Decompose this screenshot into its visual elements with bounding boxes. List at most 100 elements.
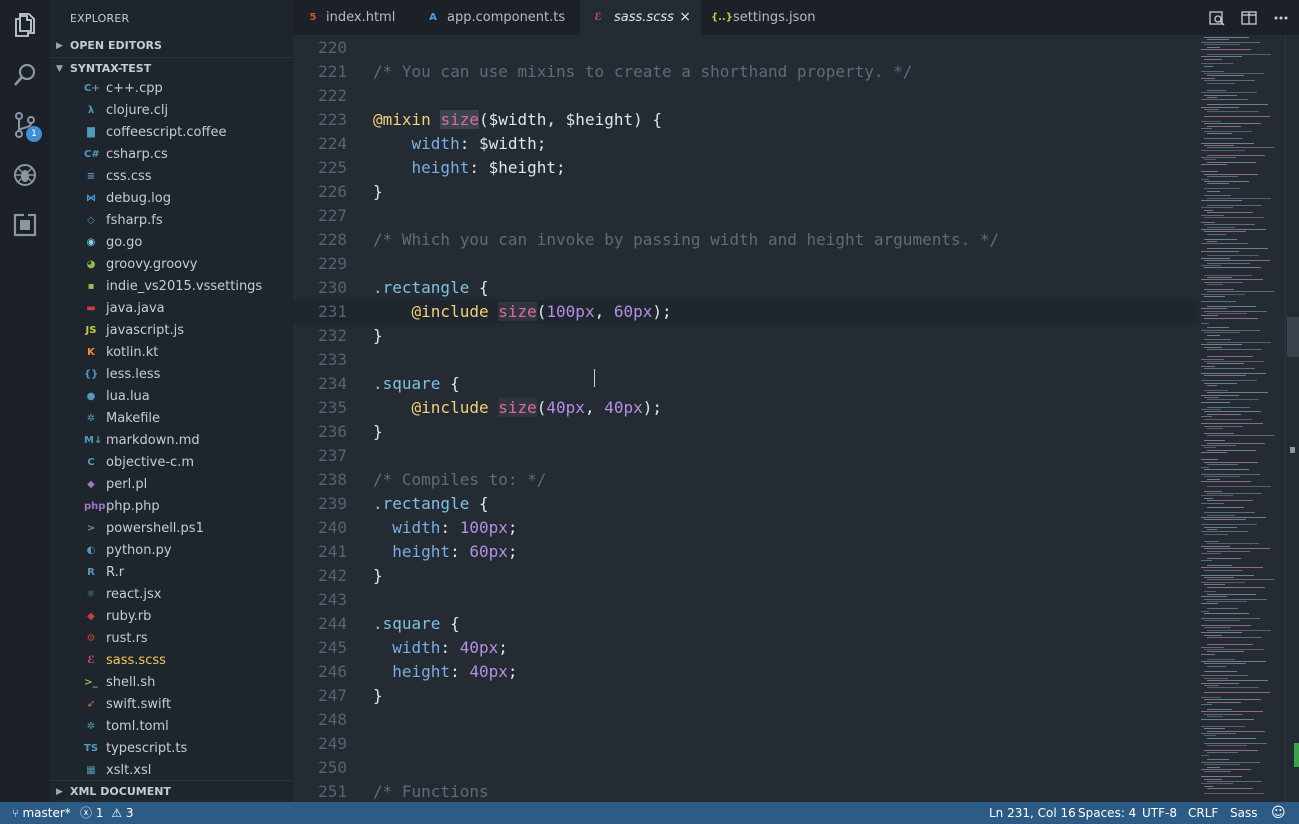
minimap-line: [1204, 771, 1231, 773]
minimap-line: [1207, 133, 1232, 134]
open-editors-label: OPEN EDITORS: [70, 39, 162, 52]
code-line[interactable]: 241 height: 60px;: [293, 540, 1199, 564]
file-item[interactable]: ➶ swift.swift: [50, 694, 293, 716]
open-editors-section[interactable]: ▶ OPEN EDITORS: [50, 35, 293, 57]
file-item[interactable]: > powershell.ps1: [50, 518, 293, 540]
project-section[interactable]: ▼ SYNTAX-TEST: [50, 57, 293, 79]
code-line[interactable]: 243: [293, 588, 1199, 612]
code-line[interactable]: 249: [293, 732, 1199, 756]
code-line[interactable]: 222: [293, 84, 1199, 108]
code-line[interactable]: 231 @include size(100px, 60px);: [293, 300, 1199, 324]
file-item[interactable]: ✲ toml.toml: [50, 716, 293, 738]
indentation[interactable]: Spaces: 4: [1078, 802, 1136, 824]
debug-icon[interactable]: [0, 150, 50, 200]
scrollbar-thumb[interactable]: [1287, 317, 1299, 357]
file-item[interactable]: ◇ fsharp.fs: [50, 210, 293, 232]
tab-sass-scss[interactable]: ℰ sass.scss ×: [580, 0, 701, 35]
tab-index-html[interactable]: 5 index.html: [293, 0, 415, 35]
code-line[interactable]: 226}: [293, 180, 1199, 204]
minimap-line: [1207, 413, 1241, 415]
file-item[interactable]: ◉ go.go: [50, 232, 293, 254]
code-line[interactable]: 236}: [293, 420, 1199, 444]
code-line[interactable]: 238 /* Compiles to: */: [293, 468, 1199, 492]
code-line[interactable]: 250: [293, 756, 1199, 780]
file-item[interactable]: >_ shell.sh: [50, 672, 293, 694]
close-icon[interactable]: ×: [679, 0, 691, 35]
file-item[interactable]: php php.php: [50, 496, 293, 518]
vertical-scrollbar[interactable]: [1285, 35, 1299, 802]
file-item[interactable]: λ clojure.clj: [50, 100, 293, 122]
code-line[interactable]: 228 /* Which you can invoke by passing wi…: [293, 228, 1199, 252]
code-line[interactable]: 244 .square {: [293, 612, 1199, 636]
branch-indicator[interactable]: ⑂ master*: [12, 802, 71, 824]
file-item[interactable]: ⋈ debug.log: [50, 188, 293, 210]
file-item[interactable]: ● lua.lua: [50, 386, 293, 408]
minimap-line: [1201, 495, 1233, 497]
code-line[interactable]: 227: [293, 204, 1199, 228]
code-line[interactable]: 221 /* You can use mixins to create a sho…: [293, 60, 1199, 84]
code-line[interactable]: 240 width: 100px;: [293, 516, 1199, 540]
file-item[interactable]: ≡ css.css: [50, 166, 293, 188]
file-item[interactable]: ▦ xslt.xsl: [50, 760, 293, 780]
code-line[interactable]: 235 @include size(40px, 40px);: [293, 396, 1199, 420]
file-item[interactable]: C# csharp.cs: [50, 144, 293, 166]
code-line[interactable]: 232}: [293, 324, 1199, 348]
xml-document-section[interactable]: ▶ XML DOCUMENT: [50, 780, 293, 802]
minimap-line: [1204, 109, 1219, 110]
file-item[interactable]: ◐ python.py: [50, 540, 293, 562]
file-item[interactable]: JS javascript.js: [50, 320, 293, 342]
code-line[interactable]: 247}: [293, 684, 1199, 708]
file-item[interactable]: ▬ java.java: [50, 298, 293, 320]
encoding[interactable]: UTF-8: [1142, 802, 1177, 824]
code-line[interactable]: 230 .rectangle {: [293, 276, 1199, 300]
file-item[interactable]: ◆ ruby.rb: [50, 606, 293, 628]
code-line[interactable]: 223 @mixin size($width, $height) {: [293, 108, 1199, 132]
file-item[interactable]: R R.r: [50, 562, 293, 584]
split-editor-icon[interactable]: [1233, 0, 1265, 35]
file-item[interactable]: Kkotlin.kt: [50, 342, 293, 364]
cursor-position[interactable]: Ln 231, Col 16: [989, 802, 1076, 824]
code-token: width: [392, 638, 441, 657]
code-line[interactable]: 251 /* Functions: [293, 780, 1199, 802]
file-item[interactable]: TS typescript.ts: [50, 738, 293, 760]
code-line[interactable]: 248: [293, 708, 1199, 732]
file-item[interactable]: ⚛ react.jsx: [50, 584, 293, 606]
explorer-icon[interactable]: [0, 0, 50, 50]
feedback-smiley-icon[interactable]: ☺: [1271, 802, 1286, 824]
more-actions-icon[interactable]: [1265, 0, 1297, 35]
code-line[interactable]: 224 width: $width;: [293, 132, 1199, 156]
source-control-icon[interactable]: 1: [0, 100, 50, 150]
code-line[interactable]: 242}: [293, 564, 1199, 588]
open-changes-icon[interactable]: [1201, 0, 1233, 35]
tab-app-component-ts[interactable]: A app.component.ts: [415, 0, 580, 35]
code-line[interactable]: 225 height: $height;: [293, 156, 1199, 180]
code-line[interactable]: 233: [293, 348, 1199, 372]
file-item[interactable]: C+ c++.cpp: [50, 78, 293, 100]
file-item[interactable]: ⚙ rust.rs: [50, 628, 293, 650]
line-ending[interactable]: CRLF: [1188, 802, 1218, 824]
code-line[interactable]: 237: [293, 444, 1199, 468]
file-item[interactable]: M↓ markdown.md: [50, 430, 293, 452]
code-line[interactable]: 234 .square {: [293, 372, 1199, 396]
code-line[interactable]: 220: [293, 36, 1199, 60]
tab-settings-json[interactable]: {..} settings.json: [701, 0, 833, 35]
code-line[interactable]: 246 height: 40px;: [293, 660, 1199, 684]
file-item[interactable]: ◕ groovy.groovy: [50, 254, 293, 276]
code-token: @include: [411, 398, 489, 417]
code-line[interactable]: 245 width: 40px;: [293, 636, 1199, 660]
code-editor[interactable]: 220 221 /* You can use mixins to create a …: [293, 35, 1199, 802]
minimap[interactable]: [1199, 35, 1285, 802]
language-mode[interactable]: Sass: [1230, 802, 1257, 824]
file-item[interactable]: ℰsass.scss: [50, 650, 293, 672]
problems-indicator[interactable]: ⓧ 1 ⚠ 3: [80, 802, 134, 824]
search-icon[interactable]: [0, 50, 50, 100]
file-item[interactable]: ▇ coffeescript.coffee: [50, 122, 293, 144]
file-item[interactable]: {} less.less: [50, 364, 293, 386]
code-line[interactable]: 239 .rectangle {: [293, 492, 1199, 516]
file-item[interactable]: ✲ Makefile: [50, 408, 293, 430]
file-item[interactable]: ◆ perl.pl: [50, 474, 293, 496]
file-item[interactable]: Cobjective-c.m: [50, 452, 293, 474]
extensions-icon[interactable]: [0, 200, 50, 250]
file-item[interactable]: ▪ indie_vs2015.vssettings: [50, 276, 293, 298]
code-line[interactable]: 229: [293, 252, 1199, 276]
